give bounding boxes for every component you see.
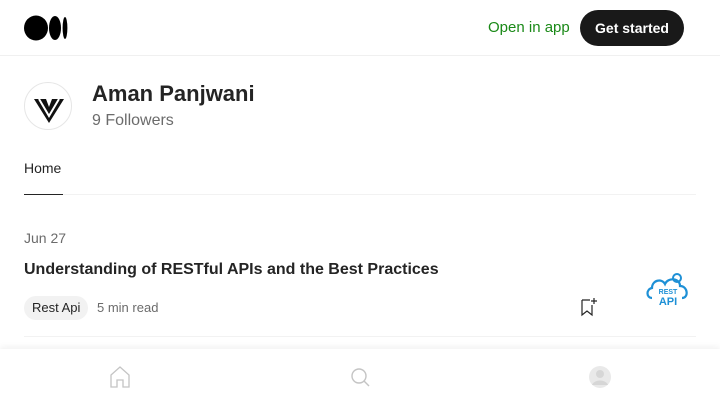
open-in-app-link[interactable]: Open in app	[488, 19, 570, 36]
thumbnail-api-text: API	[659, 296, 677, 308]
get-started-button[interactable]: Get started	[580, 10, 684, 46]
bottom-nav	[0, 349, 720, 405]
profile-tabs: Home	[24, 154, 696, 195]
tag-pill[interactable]: Rest Api	[24, 296, 89, 320]
post-divider	[24, 336, 696, 337]
author-logo-icon	[34, 98, 64, 123]
post-date: Jun 27	[24, 230, 67, 246]
post-title[interactable]: Understanding of RESTful APIs and the Be…	[24, 261, 439, 279]
read-time: 5 min read	[97, 300, 159, 315]
thumbnail-rest-text: REST	[659, 289, 678, 296]
search-icon[interactable]	[347, 364, 373, 390]
home-icon[interactable]	[107, 364, 133, 390]
top-bar: Open in app Get started	[0, 0, 720, 56]
bookmark-add-icon[interactable]	[578, 296, 600, 318]
profile-icon[interactable]	[587, 364, 613, 390]
followers-count[interactable]: 9 Followers	[92, 112, 174, 130]
avatar[interactable]	[24, 82, 72, 130]
author-name[interactable]: Aman Panjwani	[92, 81, 255, 107]
tab-home[interactable]: Home	[24, 160, 64, 195]
post-thumbnail[interactable]: REST API	[644, 268, 692, 308]
medium-logo[interactable]	[24, 15, 68, 41]
